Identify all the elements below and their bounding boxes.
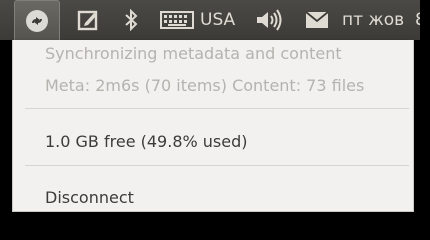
disconnect-menu-item[interactable]: Disconnect — [45, 188, 134, 207]
sync-status-label: Synchronizing metadata and content — [45, 44, 342, 63]
messaging-indicator[interactable] — [300, 0, 334, 40]
notes-indicator[interactable] — [70, 0, 106, 40]
envelope-icon — [305, 11, 329, 28]
clock-label: пт жов 8, — [342, 10, 430, 30]
volume-indicator[interactable] — [252, 0, 288, 40]
menu-separator — [25, 108, 409, 109]
pencil-note-icon — [77, 10, 98, 31]
bluetooth-icon — [125, 9, 138, 31]
volume-icon — [257, 9, 282, 31]
sync-details-label: Meta: 2m6s (70 items) Content: 73 files — [45, 76, 365, 95]
bluetooth-indicator[interactable] — [116, 0, 146, 40]
keyboard-icon — [160, 11, 194, 29]
screen-edge — [420, 0, 430, 232]
storage-usage-item[interactable]: 1.0 GB free (49.8% used) — [45, 132, 248, 151]
menu-separator — [25, 165, 409, 166]
sync-menu: Synchronizing metadata and content Meta:… — [12, 40, 414, 212]
top-panel: USA пт жов 8, — [0, 0, 430, 40]
sync-indicator[interactable] — [14, 0, 60, 40]
sync-cloud-icon — [26, 9, 48, 32]
clock-indicator[interactable]: пт жов 8, — [342, 0, 430, 40]
keyboard-layout-label: USA — [200, 10, 236, 30]
panel-left-edge — [0, 0, 10, 40]
